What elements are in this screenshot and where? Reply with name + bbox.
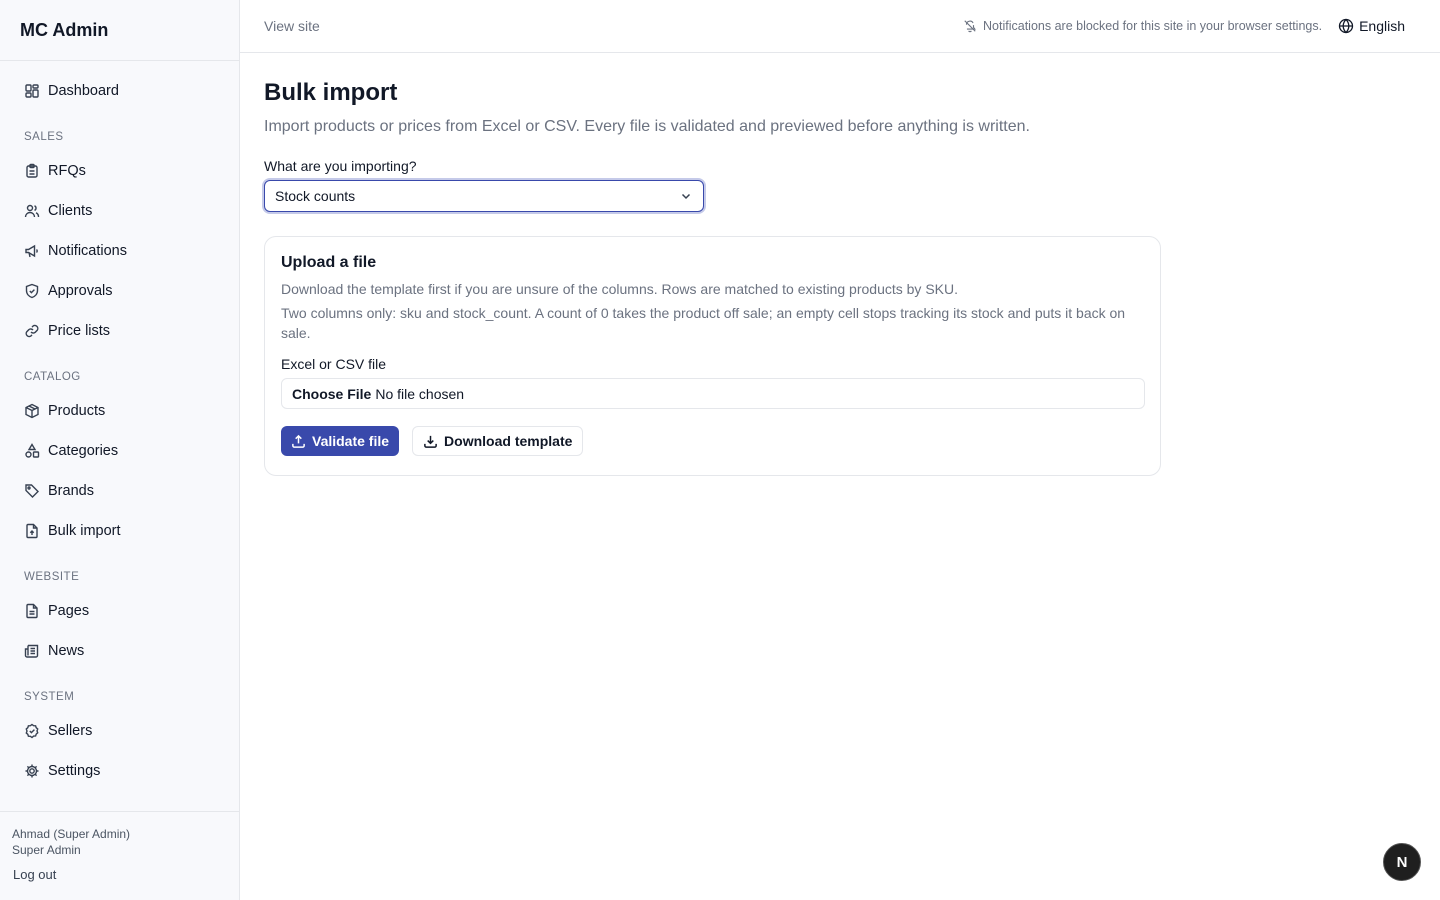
megaphone-icon: [24, 243, 40, 259]
sidebar-item-label: Price lists: [48, 323, 111, 339]
sidebar-item-label: Sellers: [48, 723, 93, 739]
sidebar-item-settings[interactable]: Settings: [0, 751, 239, 791]
validate-file-label: Validate file: [312, 433, 390, 449]
upload-actions: Validate file Download template: [281, 426, 1144, 456]
language-label: English: [1359, 18, 1405, 34]
sidebar-item-label: Products: [48, 403, 106, 419]
upload-card-note: Two columns only: sku and stock_count. A…: [281, 305, 1126, 341]
upload-card: Upload a file Download the template firs…: [264, 236, 1161, 476]
bell-off-icon: [964, 20, 976, 33]
sidebar-item-label: Bulk import: [48, 523, 121, 539]
file-input[interactable]: Choose File No file chosen: [281, 378, 1145, 409]
sidebar-item-pages[interactable]: Pages: [0, 591, 239, 631]
sidebar-nav: Dashboard SALES RFQs Clients Notificatio…: [0, 61, 239, 791]
notification-notice-text: Notifications are blocked for this site …: [983, 19, 1323, 33]
topbar-right: Notifications are blocked for this site …: [963, 18, 1416, 34]
sidebar-item-notifications[interactable]: Notifications: [0, 231, 239, 271]
user-name: Ahmad (Super Admin): [12, 827, 131, 841]
gear-icon: [24, 763, 40, 779]
sidebar-item-products[interactable]: Products: [0, 391, 239, 431]
choose-file-button[interactable]: Choose File: [292, 386, 371, 402]
section-label-catalog: CATALOG: [24, 371, 81, 383]
topbar: View site Notifications are blocked for …: [240, 0, 1440, 53]
sidebar-item-label: Approvals: [48, 283, 113, 299]
download-icon: [424, 435, 437, 448]
sidebar-item-label: Clients: [48, 203, 93, 219]
users-icon: [24, 203, 40, 219]
sidebar-footer: Ahmad (Super Admin) Super Admin Log out: [0, 811, 239, 900]
nextjs-dev-badge[interactable]: N: [1383, 843, 1421, 881]
language-selector[interactable]: English: [1338, 18, 1405, 34]
page-title: Bulk import: [264, 79, 398, 106]
clipboard-icon: [24, 163, 40, 179]
sidebar-item-label: Brands: [48, 483, 94, 499]
app-title: MC Admin: [0, 0, 239, 61]
link-icon: [24, 323, 40, 339]
sidebar-item-label: Dashboard: [48, 83, 119, 99]
sidebar-item-label: Categories: [48, 443, 119, 459]
page-subtitle: Import products or prices from Excel or …: [264, 118, 1030, 135]
file-field-label: Excel or CSV file: [281, 356, 387, 372]
logout-link[interactable]: Log out: [12, 867, 227, 882]
nextjs-badge-letter: N: [1396, 853, 1408, 871]
view-site-link[interactable]: View site: [264, 18, 320, 34]
sidebar-item-price-lists[interactable]: Price lists: [0, 311, 239, 351]
newspaper-icon: [24, 643, 40, 659]
sidebar-item-bulk-import[interactable]: Bulk import: [0, 511, 239, 551]
dashboard-icon: [24, 83, 40, 99]
sidebar-item-clients[interactable]: Clients: [0, 191, 239, 231]
file-status: No file chosen: [375, 385, 465, 402]
sidebar-item-dashboard[interactable]: Dashboard: [0, 71, 239, 111]
download-template-button[interactable]: Download template: [412, 426, 584, 456]
package-icon: [24, 403, 40, 419]
upload-icon: [292, 434, 305, 448]
file-upload-icon: [24, 523, 40, 539]
upload-card-title: Upload a file: [281, 254, 377, 271]
section-label-sales: SALES: [24, 131, 64, 143]
tag-icon: [24, 483, 40, 499]
file-text-icon: [24, 603, 40, 619]
sidebar-item-label: Settings: [48, 763, 101, 779]
globe-icon: [1338, 18, 1354, 34]
section-label-system: SYSTEM: [24, 691, 75, 703]
sidebar-item-label: Notifications: [48, 243, 127, 259]
sidebar-item-label: Pages: [48, 603, 90, 619]
validate-file-button[interactable]: Validate file: [281, 426, 400, 456]
sidebar-item-rfqs[interactable]: RFQs: [0, 151, 239, 191]
sidebar-item-categories[interactable]: Categories: [0, 431, 239, 471]
upload-card-description: Download the template first if you are u…: [281, 281, 958, 297]
user-role: Super Admin: [12, 843, 81, 857]
chevron-down-icon: [679, 189, 693, 203]
sidebar-item-news[interactable]: News: [0, 631, 239, 671]
import-type-value: Stock counts: [275, 188, 356, 204]
shapes-icon: [24, 443, 40, 459]
sidebar-item-label: RFQs: [48, 163, 86, 179]
sidebar-item-brands[interactable]: Brands: [0, 471, 239, 511]
sidebar-item-sellers[interactable]: Sellers: [0, 711, 239, 751]
sidebar-item-label: News: [48, 643, 85, 659]
sidebar-item-approvals[interactable]: Approvals: [0, 271, 239, 311]
section-label-website: WEBSITE: [24, 571, 80, 583]
sidebar: MC Admin Dashboard SALES RFQs Clients No…: [0, 0, 240, 900]
import-type-select[interactable]: Stock counts: [264, 180, 704, 212]
notification-notice: Notifications are blocked for this site …: [963, 19, 1322, 33]
main-content: Bulk import Import products or prices fr…: [264, 53, 1414, 476]
import-type-label: What are you importing?: [264, 158, 417, 174]
badge-check-icon: [24, 723, 40, 739]
download-template-label: Download template: [444, 433, 573, 449]
shield-check-icon: [24, 283, 40, 299]
